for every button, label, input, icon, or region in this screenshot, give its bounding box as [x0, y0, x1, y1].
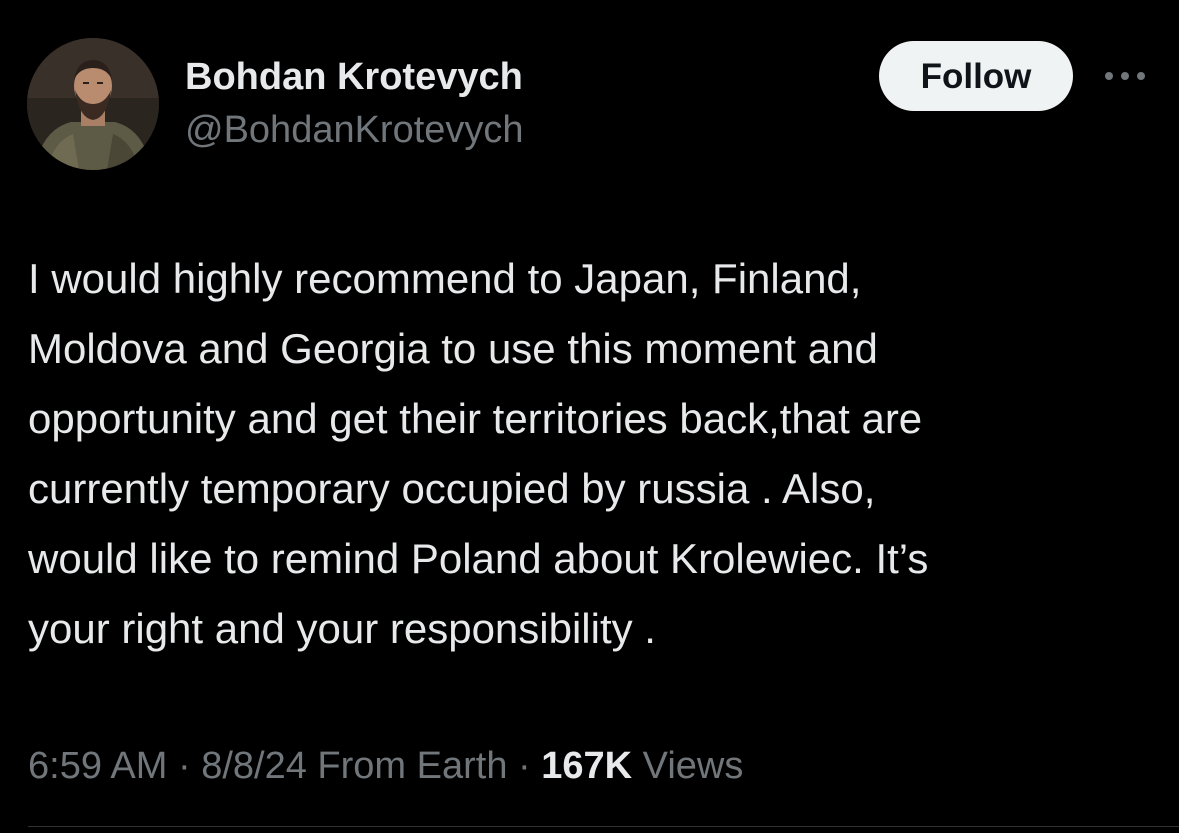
tweet-text-line: would like to remind Poland about Krolew… [28, 535, 929, 582]
tweet-date[interactable]: 8/8/24 [201, 745, 307, 787]
tweet-text-line: opportunity and get their territories ba… [28, 395, 923, 442]
more-horizontal-icon[interactable] [1102, 64, 1148, 88]
views-count: 167K [541, 745, 633, 787]
tweet-text-line: I would highly recommend to Japan, Finla… [28, 255, 862, 302]
author-avatar[interactable] [27, 38, 159, 170]
avatar-photo-icon [27, 38, 159, 170]
views-label: Views [642, 745, 744, 787]
tweet-text-line: currently temporary occupied by russia .… [28, 465, 876, 512]
tweet-text: I would highly recommend to Japan, Finla… [28, 244, 1168, 664]
divider [28, 826, 1179, 827]
follow-button[interactable]: Follow [879, 41, 1073, 111]
meta-separator: · [518, 745, 531, 787]
tweet-card: Bohdan Krotevych @BohdanKrotevych Follow… [0, 0, 1179, 833]
tweet-source: From Earth [317, 745, 508, 787]
author-handle[interactable]: @BohdanKrotevych [185, 106, 524, 154]
tweet-time[interactable]: 6:59 AM [28, 745, 167, 787]
tweet-meta: 6:59 AM · 8/8/24 From Earth · 167K Views [28, 738, 743, 794]
tweet-text-line: Moldova and Georgia to use this moment a… [28, 325, 878, 372]
author-display-name[interactable]: Bohdan Krotevych [185, 53, 523, 101]
tweet-text-line: your right and your responsibility . [28, 605, 656, 652]
meta-separator: · [177, 745, 191, 787]
